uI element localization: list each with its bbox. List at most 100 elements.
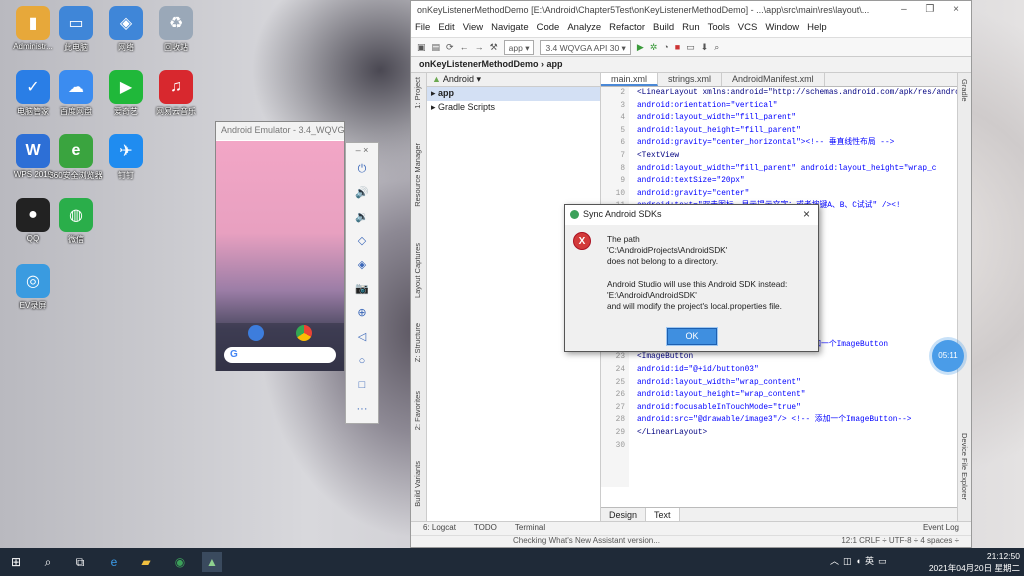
volume-icon[interactable]: ◖ [856, 556, 865, 566]
menu-file[interactable]: File [415, 22, 430, 36]
tool-structure[interactable]: Z: Structure [413, 323, 422, 362]
close-icon[interactable]: × [803, 207, 810, 221]
android-studio-taskbar-icon[interactable]: ◉ [170, 552, 190, 572]
tab-android-manifest[interactable]: AndroidManifest.xml [722, 73, 825, 86]
menu-vcs[interactable]: VCS [738, 22, 758, 36]
code-line[interactable]: android:layout_width="wrap_content" [637, 377, 959, 390]
sync-icon[interactable]: ⟳ [446, 42, 454, 53]
search-icon[interactable]: ⌕ [714, 42, 719, 53]
clock[interactable]: 21:12:50 2021年04月20日 星期二 [929, 550, 1020, 574]
desktop-icon[interactable]: ♻ 回收站 [144, 6, 208, 53]
menu-code[interactable]: Code [537, 22, 560, 36]
menu-run[interactable]: Run [682, 22, 699, 36]
menu-refactor[interactable]: Refactor [609, 22, 645, 36]
tool-logcat[interactable]: 6: Logcat [423, 523, 456, 534]
emulator-screen[interactable]: G [216, 141, 344, 371]
edge-icon[interactable]: e [104, 552, 124, 572]
camera-icon[interactable]: 📷 [346, 277, 378, 301]
menu-navigate[interactable]: Navigate [491, 22, 529, 36]
recording-timer-bubble[interactable]: 05:11 [932, 340, 964, 372]
tool-device-file-explorer[interactable]: Device File Explorer [960, 433, 969, 500]
search-icon[interactable]: ⌕ [38, 552, 58, 572]
rotate-left-icon[interactable]: ◇ [346, 229, 378, 253]
breadcrumb-project[interactable]: onKeyListenerMethodDemo [419, 59, 539, 69]
debug-icon[interactable]: ✲ [650, 42, 658, 53]
menu-analyze[interactable]: Analyze [567, 22, 601, 36]
menu-view[interactable]: View [463, 22, 483, 36]
notification-icon[interactable]: ▭ [878, 556, 891, 566]
code-line[interactable]: android:gravity="center_horizontal"><!--… [637, 137, 959, 150]
window-controls[interactable]: – ❐ × [901, 4, 967, 15]
chrome-app-icon[interactable] [296, 325, 312, 341]
tree-item-app[interactable]: ▸ app [427, 87, 600, 101]
messages-app-icon[interactable] [248, 325, 264, 341]
menu-build[interactable]: Build [653, 22, 674, 36]
back-icon[interactable]: ← [460, 42, 469, 52]
tool-terminal[interactable]: Terminal [515, 523, 545, 534]
chevron-up-icon[interactable]: ︿ [830, 556, 843, 566]
status-position[interactable]: 12:1 CRLF ÷ UTF-8 ÷ 4 spaces ÷ [841, 536, 959, 548]
code-line[interactable]: </LinearLayout> [637, 427, 959, 440]
profile-icon[interactable]: ◔ [663, 42, 668, 52]
code-line[interactable]: android:layout_height="wrap_content" [637, 389, 959, 402]
project-view-dropdown[interactable]: ▲ Android ▾ [427, 73, 600, 87]
code-line[interactable]: android:id="@+id/button03" [637, 364, 959, 377]
desktop-icon[interactable]: ◍ 微信 [44, 198, 108, 245]
menu-help[interactable]: Help [807, 22, 827, 36]
emulator-bar-window-controls[interactable]: – × [346, 143, 378, 157]
tool-layout-captures[interactable]: Layout Captures [413, 243, 422, 298]
desktop-icon[interactable]: ✈ 钉钉 [94, 134, 158, 181]
file-explorer-icon[interactable]: ▰ [136, 552, 156, 572]
tool-project[interactable]: 1: Project [413, 77, 422, 109]
code-line[interactable]: <ImageButton [637, 351, 959, 364]
volume-down-icon[interactable]: 🔉 [346, 205, 378, 229]
ok-button[interactable]: OK [667, 328, 717, 345]
more-icon[interactable]: ··· [346, 397, 378, 421]
save-icon[interactable]: ▤ [432, 42, 441, 53]
stop-icon[interactable]: ■ [675, 42, 680, 52]
home-icon[interactable]: ○ [346, 349, 378, 373]
ime-language[interactable]: 英 [865, 556, 878, 566]
power-icon[interactable]: ⏻ [346, 157, 378, 181]
tab-strings-xml[interactable]: strings.xml [658, 73, 723, 86]
tool-build-variants[interactable]: Build Variants [413, 461, 422, 507]
open-icon[interactable]: ▣ [417, 42, 426, 53]
emulator-taskbar-icon[interactable]: ▲ [202, 552, 222, 572]
menu-edit[interactable]: Edit [438, 22, 454, 36]
code-line[interactable]: android:orientation="vertical" [637, 100, 959, 113]
code-line[interactable]: android:focusableInTouchMode="true" [637, 402, 959, 415]
run-config-dropdown[interactable]: app ▾ [503, 39, 535, 55]
menu-tools[interactable]: Tools [708, 22, 730, 36]
hammer-icon[interactable]: ⚒ [490, 42, 498, 53]
code-line[interactable]: android:textSize="20px" [637, 175, 959, 188]
volume-up-icon[interactable]: 🔊 [346, 181, 378, 205]
device-dropdown[interactable]: 3.4 WQVGA API 30 ▾ [540, 39, 631, 55]
back-icon[interactable]: ◁ [346, 325, 378, 349]
tool-gradle[interactable]: Gradle [960, 79, 969, 102]
overview-icon[interactable]: □ [346, 373, 378, 397]
windows-start-icon[interactable]: ⊞ [6, 552, 26, 572]
tree-item-gradle-scripts[interactable]: ▸ Gradle Scripts [427, 101, 600, 115]
android-emulator-window[interactable]: Android Emulator - 3.4_WQVG... G [215, 121, 345, 371]
code-line[interactable] [637, 440, 959, 453]
code-line[interactable]: android:src="@drawable/image3"/> <!-- 添加… [637, 414, 959, 427]
emulator-title[interactable]: Android Emulator - 3.4_WQVG... [216, 122, 344, 140]
run-icon[interactable]: ▶ [637, 42, 644, 53]
menu-window[interactable]: Window [765, 22, 799, 36]
rotate-right-icon[interactable]: ◈ [346, 253, 378, 277]
network-tray-icon[interactable]: ◫ [843, 556, 856, 566]
event-log-button[interactable]: Event Log [923, 523, 959, 534]
google-search-bar[interactable]: G [224, 347, 336, 363]
zoom-icon[interactable]: ⊕ [346, 301, 378, 325]
desktop-icon[interactable]: ♫ 网易云音乐 [144, 70, 208, 117]
desktop-icon[interactable]: ◎ EV录屏 [1, 264, 65, 311]
tool-todo[interactable]: TODO [474, 523, 497, 534]
tool-favorites[interactable]: 2: Favorites [413, 391, 422, 430]
code-line[interactable]: android:layout_width="fill_parent" andro… [637, 163, 959, 176]
code-line[interactable]: android:layout_height="fill_parent" [637, 125, 959, 138]
code-line[interactable]: android:gravity="center" [637, 188, 959, 201]
tool-resource-manager[interactable]: Resource Manager [413, 143, 422, 207]
sdk-manager-icon[interactable]: ⬇ [701, 42, 709, 53]
code-line[interactable]: android:layout_width="fill_parent" [637, 112, 959, 125]
breadcrumb-app[interactable]: app [547, 59, 563, 69]
